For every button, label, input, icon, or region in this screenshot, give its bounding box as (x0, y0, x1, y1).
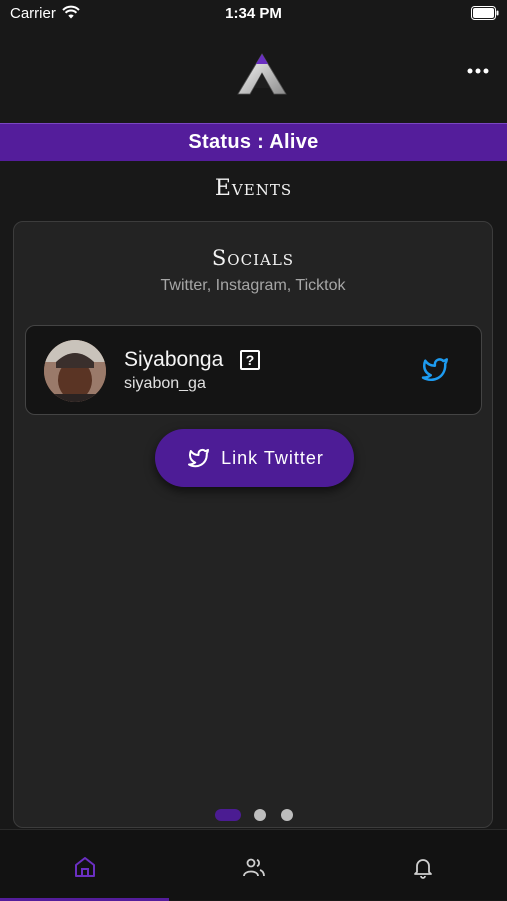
link-twitter-button[interactable]: Link Twitter (155, 429, 354, 487)
twitter-icon (421, 358, 448, 381)
people-icon (243, 858, 265, 877)
status-banner: Status : Alive (0, 123, 507, 161)
page-dot-active[interactable] (215, 809, 241, 821)
avatar (44, 340, 106, 402)
events-heading: Events (214, 176, 293, 201)
socials-subtitle: Twitter, Instagram, Ticktok (160, 277, 346, 294)
bell-icon (414, 859, 432, 879)
user-name: Siyabonga (124, 348, 224, 371)
page-dot[interactable] (254, 809, 266, 821)
page-indicator (14, 809, 492, 821)
help-icon[interactable]: ? (240, 350, 260, 370)
twitter-profile-row[interactable]: Siyabonga ? siyabon_ga (25, 325, 482, 415)
status-text: Status : Alive (188, 131, 319, 153)
more-horizontal-icon[interactable] (467, 66, 489, 76)
socials-title: Socials (211, 246, 295, 270)
twitter-icon (188, 448, 210, 468)
page-dot[interactable] (281, 809, 293, 821)
user-handle: siyabon_ga (124, 375, 206, 392)
app-logo-icon (237, 53, 287, 95)
link-twitter-label: Link Twitter (221, 447, 324, 468)
avatar-photo (44, 340, 106, 402)
bottom-tab-bar (0, 829, 507, 901)
home-icon (75, 857, 95, 877)
tab-people[interactable] (169, 830, 338, 901)
battery-icon (471, 6, 499, 20)
socials-card: Socials Twitter, Instagram, Ticktok Siya… (13, 221, 493, 828)
clock-time: 1:34 PM (225, 5, 282, 22)
tab-notifications[interactable] (338, 830, 507, 901)
status-bar: Carrier 1:34 PM (0, 0, 507, 28)
tab-home[interactable] (0, 830, 169, 901)
